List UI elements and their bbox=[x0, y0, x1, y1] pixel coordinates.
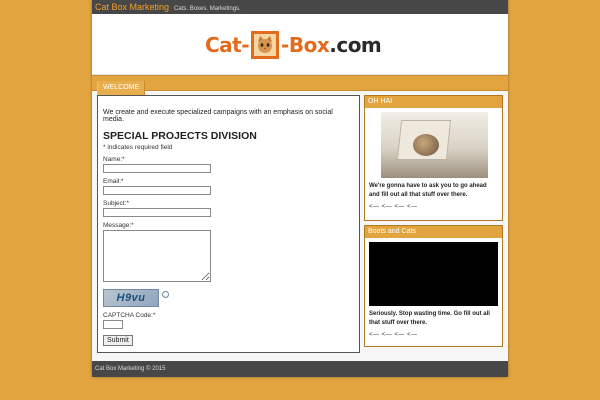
site-logo[interactable]: Cat- -Box .com bbox=[205, 27, 382, 63]
logo-text-box: -Box bbox=[281, 33, 330, 57]
logo-text-domain: .com bbox=[329, 33, 382, 57]
site-footer: Cat Box Marketing © 2015 bbox=[92, 361, 508, 377]
site-name-link[interactable]: Cat Box Marketing bbox=[95, 0, 169, 14]
subject-field[interactable] bbox=[103, 208, 211, 217]
site-container: Cat Box Marketing Cats. Boxes. Marketing… bbox=[92, 0, 508, 377]
top-bar: Cat Box Marketing Cats. Boxes. Marketing… bbox=[92, 0, 508, 14]
email-field[interactable] bbox=[103, 186, 211, 195]
site-header: Cat- -Box .com bbox=[92, 14, 508, 75]
subject-label: Subject:* bbox=[103, 200, 130, 207]
widget-boots-and-cats: Boots and Cats Seriously. Stop wasting t… bbox=[364, 225, 503, 347]
logo-text-cat: Cat- bbox=[205, 33, 250, 57]
cat-face-icon bbox=[251, 31, 280, 59]
name-field[interactable] bbox=[103, 164, 211, 173]
contact-form-panel: We create and execute specialized campai… bbox=[97, 95, 360, 353]
widget-title: OH HAI bbox=[365, 96, 502, 108]
message-label: Message:* bbox=[103, 222, 134, 229]
widget-body: We're gonna have to ask you to go ahead … bbox=[365, 108, 502, 214]
captcha-field[interactable] bbox=[103, 320, 123, 329]
main-nav: WELCOME bbox=[92, 75, 508, 95]
cat-shape bbox=[413, 134, 439, 156]
form-title: SPECIAL PROJECTS DIVISION bbox=[103, 130, 257, 142]
required-note: * indicates required field bbox=[103, 144, 173, 151]
video-player[interactable] bbox=[369, 242, 498, 306]
name-label: Name:* bbox=[103, 156, 125, 163]
widget-text: Seriously. Stop wasting time. Go fill ou… bbox=[369, 311, 490, 326]
submit-button[interactable]: Submit bbox=[103, 335, 133, 346]
captcha-row: H9vu bbox=[103, 289, 354, 307]
widget-oh-hai: OH HAI We're gonna have to ask you to go… bbox=[364, 95, 503, 221]
widget-title: Boots and Cats bbox=[365, 226, 502, 238]
email-label: Email:* bbox=[103, 178, 124, 185]
widget-body: Seriously. Stop wasting time. Go fill ou… bbox=[365, 238, 502, 342]
captcha-label: CAPTCHA Code:* bbox=[103, 312, 156, 319]
cat-in-box-photo bbox=[381, 112, 488, 178]
intro-text: We create and execute specialized campai… bbox=[103, 109, 333, 123]
refresh-captcha-icon[interactable] bbox=[162, 291, 169, 298]
left-arrows-text: <— <— <— <— bbox=[369, 204, 418, 211]
left-arrows-text: <— <— <— <— bbox=[369, 332, 418, 339]
captcha-image: H9vu bbox=[103, 289, 159, 307]
message-field[interactable] bbox=[103, 230, 211, 282]
widget-text: We're gonna have to ask you to go ahead … bbox=[369, 183, 487, 198]
nav-item-welcome[interactable]: WELCOME bbox=[97, 81, 146, 95]
